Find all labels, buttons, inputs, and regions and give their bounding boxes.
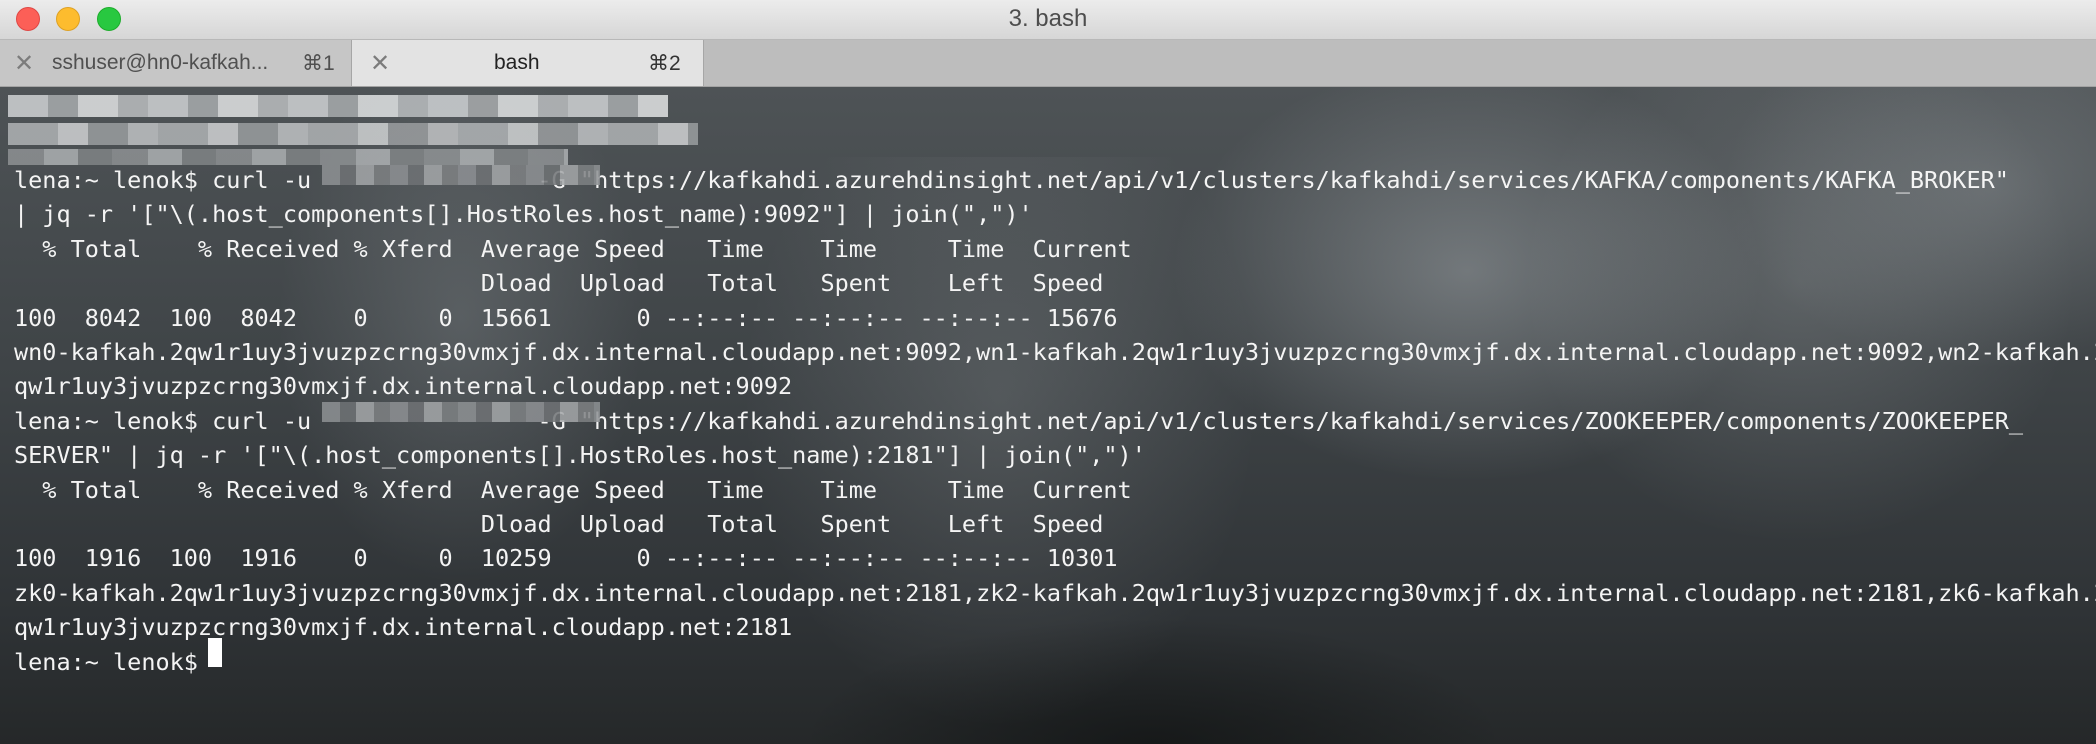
terminal-line: qw1r1uy3jvuzpzcrng30vmxjf.dx.internal.cl… xyxy=(14,613,793,642)
pixelated-redaction xyxy=(8,95,668,117)
terminal-line: wn0-kafkah.2qw1r1uy3jvuzpzcrng30vmxjf.dx… xyxy=(14,338,2096,367)
redacted-credentials xyxy=(322,402,600,422)
window-title: 3. bash xyxy=(1008,5,1088,32)
terminal-window: 3. bash ✕ sshuser@hn0-kafkah... ⌘1 ✕ bas… xyxy=(0,0,2096,744)
pixelated-redaction xyxy=(8,123,698,145)
terminal-line: lena:~ lenok$ curl -u -G "https://kafkah… xyxy=(14,406,2024,435)
tab-shortcut: ⌘2 xyxy=(648,52,681,75)
close-icon[interactable]: ✕ xyxy=(370,49,390,78)
tab-bar: ✕ sshuser@hn0-kafkah... ⌘1 ✕ bash ⌘2 xyxy=(0,40,2096,87)
terminal-line: qw1r1uy3jvuzpzcrng30vmxjf.dx.internal.cl… xyxy=(14,372,793,401)
tab-sshuser[interactable]: ✕ sshuser@hn0-kafkah... ⌘1 xyxy=(0,40,352,86)
terminal-line: | jq -r '["\(.host_components[].HostRole… xyxy=(14,200,1033,229)
title-bar: 3. bash xyxy=(0,0,2096,40)
terminal-line: % Total % Received % Xferd Average Speed… xyxy=(14,475,1132,504)
terminal-area[interactable]: lena:~ lenok$ curl -u -G "https://kafkah… xyxy=(0,87,2096,744)
terminal-line: Dload Upload Total Spent Left Speed xyxy=(14,510,1104,539)
tab-label: bash xyxy=(494,51,540,74)
terminal-line: Dload Upload Total Spent Left Speed xyxy=(14,269,1104,298)
terminal-line: 100 1916 100 1916 0 0 10259 0 --:--:-- -… xyxy=(14,544,1118,573)
terminal-line: zk0-kafkah.2qw1r1uy3jvuzpzcrng30vmxjf.dx… xyxy=(14,578,2096,607)
redacted-credentials xyxy=(322,165,600,185)
terminal-line: SERVER" | jq -r '["\(.host_components[].… xyxy=(14,441,1146,470)
terminal-line: lena:~ lenok$ curl -u -G "https://kafkah… xyxy=(14,166,2009,194)
tab-bash[interactable]: ✕ bash ⌘2 xyxy=(352,40,704,86)
close-icon[interactable]: ✕ xyxy=(14,49,34,78)
terminal-line: % Total % Received % Xferd Average Speed… xyxy=(14,234,1132,263)
terminal-prompt: lena:~ lenok$ xyxy=(14,647,213,676)
terminal-line: 100 8042 100 8042 0 0 15661 0 --:--:-- -… xyxy=(14,303,1118,332)
tab-shortcut: ⌘1 xyxy=(302,52,335,75)
text-cursor xyxy=(208,638,222,667)
tab-label: sshuser@hn0-kafkah... xyxy=(52,51,269,74)
